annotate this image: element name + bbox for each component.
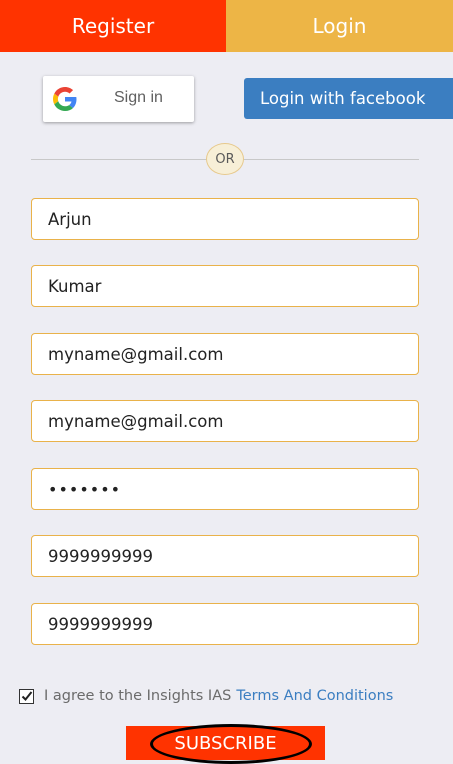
auth-tabs: Register Login [0, 0, 453, 52]
facebook-login-button[interactable]: Login with facebook [244, 78, 453, 119]
confirm-phone-field[interactable] [31, 603, 419, 645]
phone-field[interactable] [31, 535, 419, 577]
confirm-email-field[interactable] [31, 400, 419, 442]
google-sign-in-button[interactable]: Sign in [43, 76, 194, 122]
password-field[interactable] [31, 468, 419, 510]
google-g-icon [53, 87, 77, 111]
first-name-field[interactable] [31, 198, 419, 240]
tab-register[interactable]: Register [0, 0, 226, 52]
google-sign-in-label: Sign in [114, 89, 163, 106]
terms-agreement-row: I agree to the Insights IAS Terms And Co… [19, 686, 393, 706]
tab-login[interactable]: Login [226, 0, 453, 52]
or-divider-badge: OR [206, 143, 244, 175]
terms-checkbox[interactable] [19, 688, 34, 704]
terms-and-conditions-link[interactable]: Terms And Conditions [236, 688, 393, 704]
subscribe-button[interactable]: SUBSCRIBE [126, 726, 325, 760]
checkmark-icon [21, 691, 32, 701]
last-name-field[interactable] [31, 265, 419, 307]
email-field[interactable] [31, 333, 419, 375]
terms-agreement-text: I agree to the Insights IAS [44, 688, 232, 704]
